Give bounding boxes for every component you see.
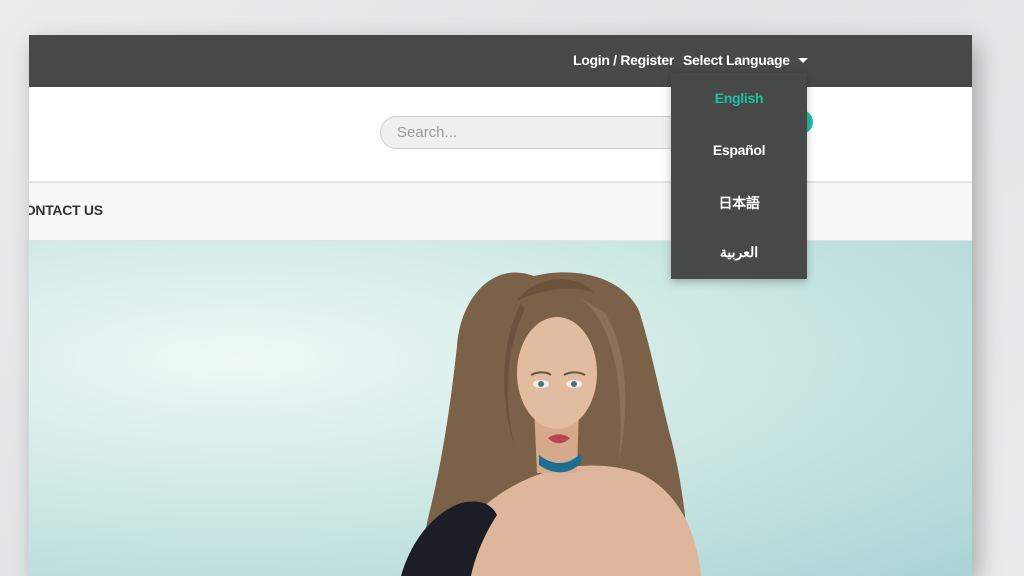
browser-window: Login / Register Select Language CONTACT… xyxy=(29,35,972,576)
select-language-button[interactable]: Select Language xyxy=(683,52,790,68)
caret-down-icon[interactable] xyxy=(798,58,808,63)
language-option-english[interactable]: English xyxy=(671,90,807,106)
site-header xyxy=(29,87,972,183)
search-input[interactable] xyxy=(380,116,710,149)
nav-item-contact-us[interactable]: CONTACT US xyxy=(29,202,103,218)
login-register-link[interactable]: Login / Register xyxy=(573,52,674,68)
language-option-japanese[interactable]: 日本語 xyxy=(671,193,807,213)
hero-banner xyxy=(29,241,972,576)
language-option-espanol[interactable]: Español xyxy=(671,142,807,158)
language-dropdown-menu: English Español 日本語 العربية xyxy=(671,73,807,279)
language-option-arabic[interactable]: العربية xyxy=(671,244,807,261)
main-nav: CONTACT US xyxy=(29,183,972,241)
woman-portrait-image xyxy=(401,272,701,576)
top-bar: Login / Register Select Language xyxy=(29,35,972,87)
